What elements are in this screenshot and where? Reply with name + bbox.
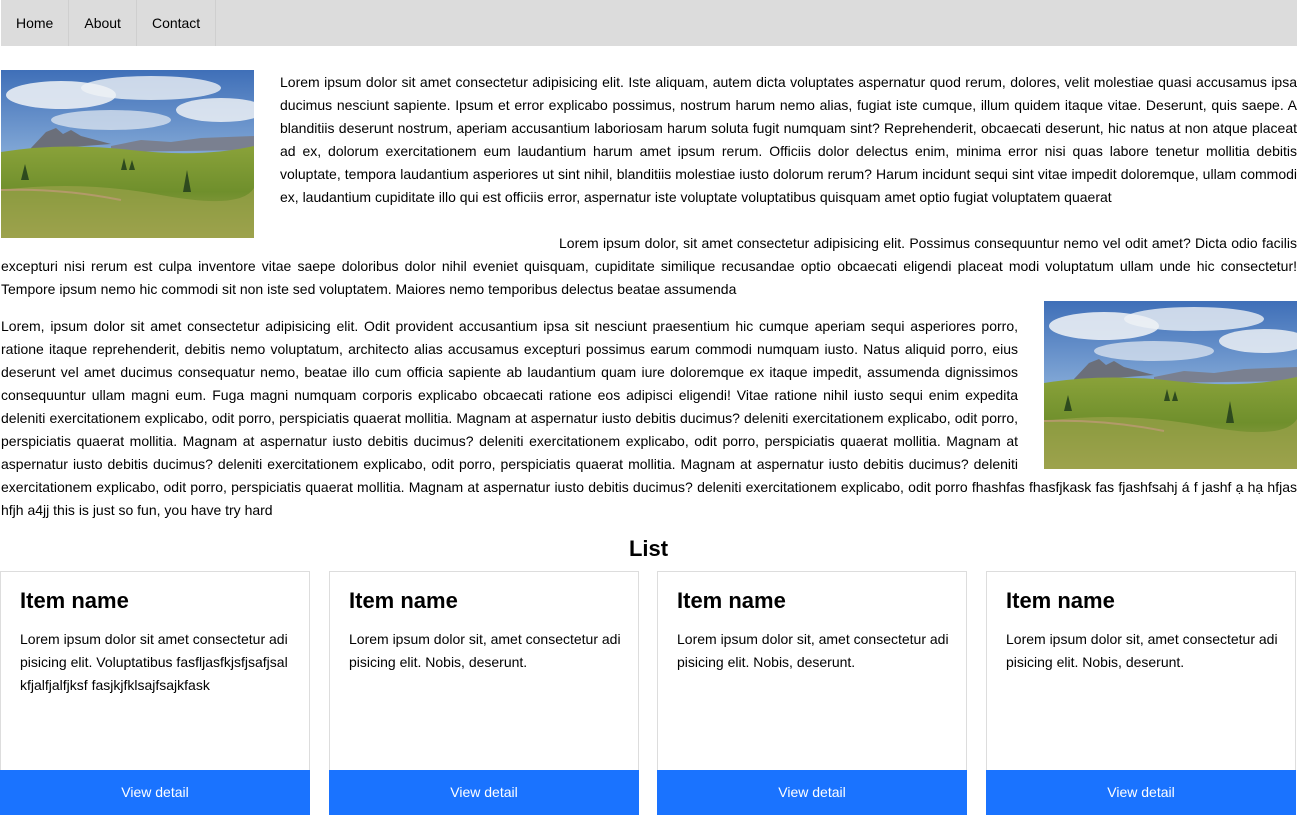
card-item: Item name Lorem ipsum dolor sit amet con… xyxy=(0,571,310,815)
article-content: Lorem ipsum dolor sit amet consectetur a… xyxy=(1,70,1297,522)
card-description: Lorem ipsum dolor sit, amet consectetur … xyxy=(1006,631,1278,670)
card-item: Item name Lorem ipsum dolor sit, amet co… xyxy=(986,571,1296,815)
view-detail-button[interactable]: View detail xyxy=(329,770,639,815)
landscape-image-left xyxy=(1,70,254,238)
nav-item-home[interactable]: Home xyxy=(1,0,70,46)
card-item: Item name Lorem ipsum dolor sit, amet co… xyxy=(329,571,639,815)
nav-item-about[interactable]: About xyxy=(69,0,137,46)
view-detail-button[interactable]: View detail xyxy=(0,770,310,815)
view-detail-button[interactable]: View detail xyxy=(986,770,1296,815)
view-detail-button[interactable]: View detail xyxy=(657,770,967,815)
landscape-image-right xyxy=(1044,301,1297,469)
landscape-image xyxy=(1,70,254,238)
card-description: Lorem ipsum dolor sit, amet consectetur … xyxy=(349,631,621,670)
landscape-image xyxy=(1044,301,1297,469)
card-title: Item name xyxy=(677,588,786,613)
top-nav: Home About Contact xyxy=(1,0,1297,46)
card-list: Item name Lorem ipsum dolor sit amet con… xyxy=(0,571,1297,815)
card-description: Lorem ipsum dolor sit amet consectetur a… xyxy=(20,631,288,693)
card-description: Lorem ipsum dolor sit, amet consectetur … xyxy=(677,631,949,670)
card-title: Item name xyxy=(349,588,458,613)
list-title: List xyxy=(628,536,669,561)
nav-item-contact[interactable]: Contact xyxy=(137,0,217,46)
card-title: Item name xyxy=(1006,588,1115,613)
card-title: Item name xyxy=(20,588,129,613)
card-item: Item name Lorem ipsum dolor sit, amet co… xyxy=(657,571,967,815)
paragraph-2: Lorem ipsum dolor, sit amet consectetur … xyxy=(1,235,1297,297)
